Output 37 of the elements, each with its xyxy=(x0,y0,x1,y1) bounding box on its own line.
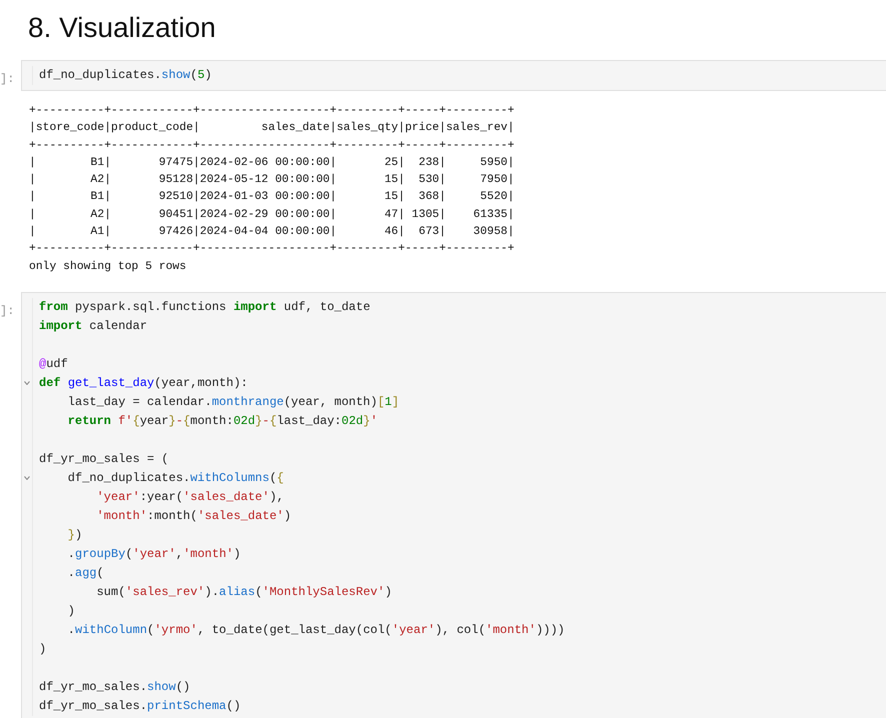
code-line: 'month':month('sales_date') xyxy=(96,508,292,525)
code-line: last_day = calendar.monthrange(year, month)[1] xyxy=(66,394,400,411)
code-line: @udf xyxy=(39,356,68,373)
code-line: .agg( xyxy=(66,564,104,582)
code-line: df_no_duplicates.show(5) xyxy=(39,67,212,84)
fold-chevron-icon[interactable] xyxy=(24,476,30,480)
code-line: from pyspark.sql.functions import udf, to_date xyxy=(39,298,370,316)
code-line: df_yr_mo_sales.show() xyxy=(39,678,190,696)
code-line: }) xyxy=(66,526,82,544)
code-line: df_yr_mo_sales = ( xyxy=(39,450,169,468)
output-line: | A1| 97426|2024-04-04 00:00:00| 46| 673| 30958| xyxy=(29,224,514,240)
code-line: df_yr_mo_sales.printSchema() xyxy=(39,698,241,715)
code-line: sum('sales_rev').alias('MonthlySalesRev') xyxy=(96,584,392,601)
code-line: return f'{year}-{month:02d}-{last_day:02d}' xyxy=(66,412,378,430)
output-line: | B1| 92510|2024-01-03 00:00:00| 15| 368| 5520| xyxy=(29,190,514,206)
code-line: .withColumn('yrmo', to_date(get_last_day(col('year'), col('month')))) xyxy=(66,622,565,639)
output-line: |store_code|product_code| sales_date|sales_qty|price|sales_rev| xyxy=(29,120,514,136)
output-line: +----------+------------+-------------------+---------+-----+---------+ xyxy=(29,138,514,154)
code-line: def get_last_day(year,month): xyxy=(39,374,248,392)
fold-chevron-icon[interactable] xyxy=(24,381,30,386)
code-line: df_no_duplicates.withColumns({ xyxy=(66,470,284,487)
code-cell[interactable] xyxy=(21,292,886,718)
output-line: | A2| 90451|2024-02-29 00:00:00| 47| 1305| 61335| xyxy=(29,208,514,223)
section-heading: 8. Visualization xyxy=(28,12,216,44)
output-line: +----------+------------+-------------------+---------+-----+---------+ xyxy=(29,242,514,258)
output-line: | A2| 95128|2024-05-12 00:00:00| 15| 530| 7950| xyxy=(29,172,514,188)
output-line: | B1| 97475|2024-02-06 00:00:00| 25| 238| 5950| xyxy=(29,156,514,171)
code-line: ) xyxy=(66,602,76,620)
code-line: import calendar xyxy=(39,318,148,335)
cell-prompt: ]: xyxy=(0,71,16,86)
cell-prompt: ]: xyxy=(0,302,16,318)
code-line: 'year':year('sales_date'), xyxy=(96,488,284,506)
code-cell[interactable]: df_no_duplicates.show(5) xyxy=(21,60,886,91)
code-line: .groupBy('year','month') xyxy=(66,546,241,563)
code-line: ) xyxy=(39,640,46,658)
output-line: only showing top 5 rows xyxy=(29,260,186,275)
output-line: +----------+------------+-------------------+---------+-----+---------+ xyxy=(29,104,514,119)
